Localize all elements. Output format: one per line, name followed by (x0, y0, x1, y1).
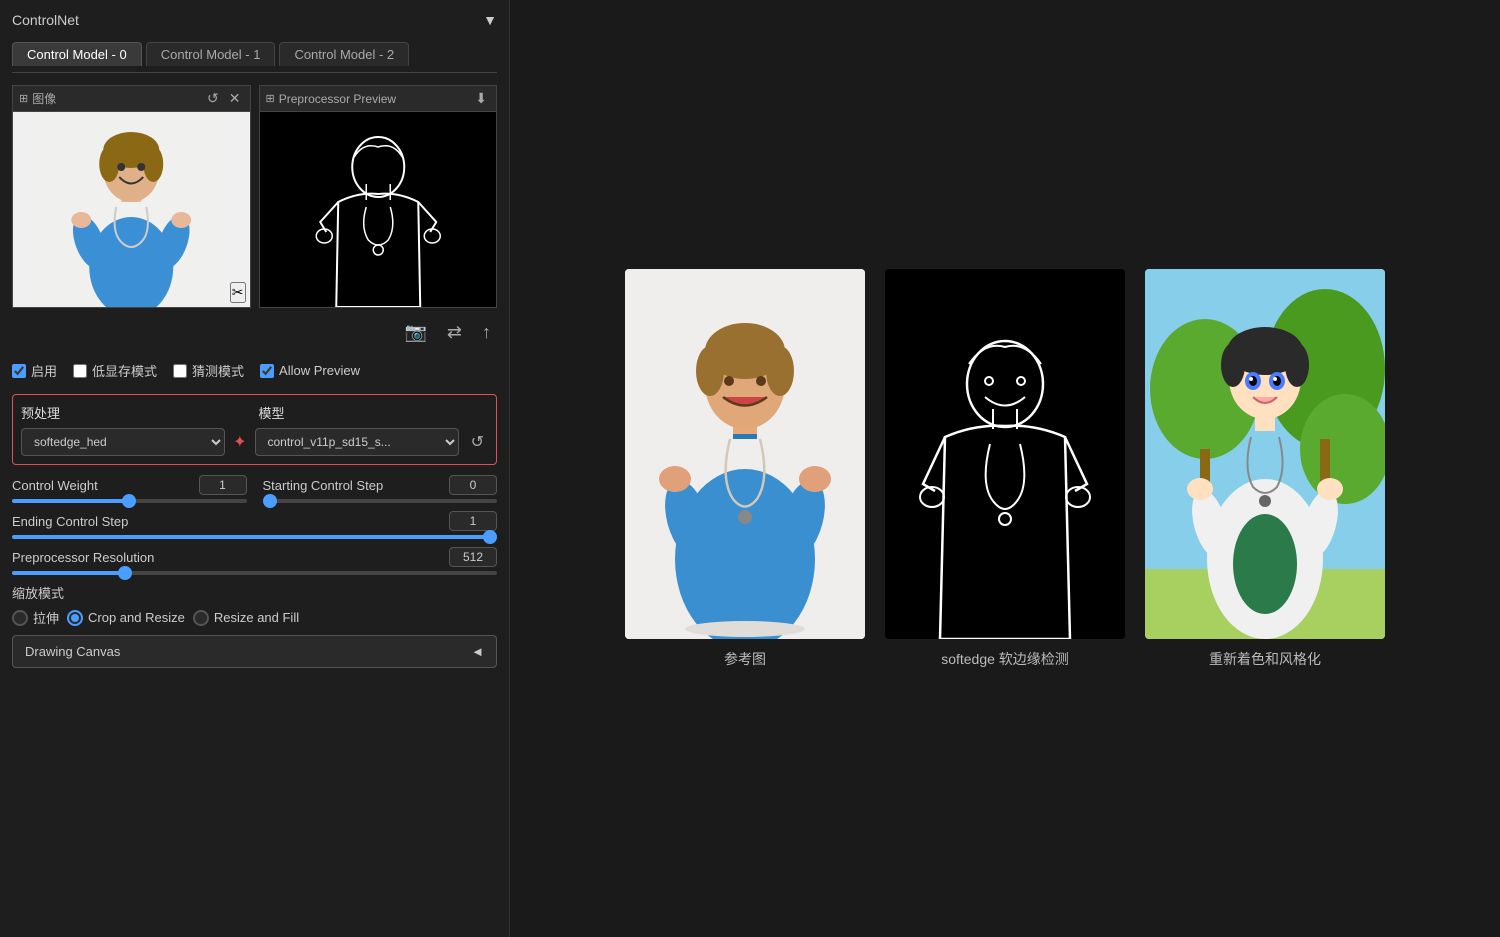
preprocessor-resolution-row: Preprocessor Resolution 512 (12, 547, 497, 575)
scale-section: 缩放模式 拉伸 Crop and Resize Resize and Fill (12, 583, 497, 627)
slider-section: Control Weight 1 Starting Control Step 0… (12, 475, 497, 575)
preprocessor-resolution-slider[interactable] (12, 571, 497, 575)
scale-stretch[interactable]: 拉伸 (12, 608, 59, 627)
scale-resize-fill-radio[interactable] (193, 610, 209, 626)
scale-resize-fill[interactable]: Resize and Fill (193, 608, 299, 627)
camera-btn[interactable]: 📷 (398, 320, 432, 345)
right-panel: 参考图 (510, 0, 1500, 937)
control-weight-label: Control Weight (12, 478, 98, 493)
low-vram-label: 低显存模式 (92, 361, 157, 380)
result-label-1: softedge 软边缘检测 (941, 649, 1069, 669)
source-image-label: 图像 (32, 90, 56, 107)
result-item-1: softedge 软边缘检测 (885, 269, 1125, 669)
nurse-photo (13, 112, 250, 307)
results-grid: 参考图 (625, 269, 1385, 669)
guess-mode-input[interactable] (173, 364, 187, 378)
model-row-controls: softedge_hed ✦ control_v11p_sd15_s... ↺ (21, 428, 488, 456)
preview-download-btn[interactable]: ⬇ (472, 89, 490, 108)
result-item-0: 参考图 (625, 269, 865, 669)
control-weight-value: 1 (199, 475, 247, 495)
source-edit-btn[interactable]: ✂ (230, 282, 246, 303)
starting-step-value: 0 (449, 475, 497, 495)
preview-image-header: ⊞ Preprocessor Preview ⬇ (260, 86, 497, 112)
preprocessor-resolution-label: Preprocessor Resolution (12, 550, 154, 565)
scale-crop-resize-radio[interactable] (67, 610, 83, 626)
sketch-preview (260, 112, 497, 307)
scale-options: 拉伸 Crop and Resize Resize and Fill (12, 608, 497, 627)
control-weight-row: Control Weight 1 (12, 475, 247, 503)
left-panel: ControlNet ▼ Control Model - 0 Control M… (0, 0, 510, 937)
allow-preview-label: Allow Preview (279, 363, 360, 378)
ending-step-slider[interactable] (12, 535, 497, 539)
scale-stretch-label: 拉伸 (33, 608, 59, 627)
source-refresh-btn[interactable]: ↺ (204, 89, 222, 108)
scale-mode-label: 缩放模式 (12, 583, 497, 602)
result-label-0: 参考图 (724, 649, 766, 669)
enable-label: 启用 (31, 361, 57, 380)
starting-step-slider[interactable] (263, 499, 498, 503)
allow-preview-input[interactable] (260, 364, 274, 378)
scale-resize-fill-label: Resize and Fill (214, 610, 299, 625)
low-vram-input[interactable] (73, 364, 87, 378)
source-close-btn[interactable]: ✕ (226, 89, 244, 108)
control-weight-slider[interactable] (12, 499, 247, 503)
source-image-box: ⊞ 图像 ↺ ✕ (12, 85, 251, 308)
image-row: ⊞ 图像 ↺ ✕ (12, 85, 497, 308)
result-image-2 (1145, 269, 1385, 639)
result-image-1 (885, 269, 1125, 639)
preview-image-icon: ⊞ (266, 92, 275, 105)
enable-checkbox[interactable]: 启用 (12, 361, 57, 380)
double-slider-row: Control Weight 1 Starting Control Step 0 (12, 475, 497, 503)
tab-control-1[interactable]: Control Model - 1 (146, 42, 276, 66)
starting-step-row: Starting Control Step 0 (263, 475, 498, 503)
panel-header: ControlNet ▼ (12, 12, 497, 34)
scale-stretch-radio[interactable] (12, 610, 28, 626)
ending-step-label: Ending Control Step (12, 514, 128, 529)
preprocessor-select[interactable]: softedge_hed (21, 428, 225, 456)
swap-btn[interactable]: ⇄ (441, 320, 468, 345)
model-section: 预处理 模型 softedge_hed ✦ control_v11p_sd15_… (12, 394, 497, 465)
preview-image-label: Preprocessor Preview (279, 92, 396, 106)
model-refresh-btn[interactable]: ↺ (467, 430, 488, 454)
action-row: 📷 ⇄ ↑ (12, 316, 497, 349)
tab-bar: Control Model - 0 Control Model - 1 Cont… (12, 42, 497, 73)
starting-step-label: Starting Control Step (263, 478, 384, 493)
preprocessor-label: 预处理 (21, 403, 251, 422)
drawing-canvas-icon: ◄ (471, 644, 484, 659)
scale-crop-resize-label: Crop and Resize (88, 610, 185, 625)
ending-step-row: Ending Control Step 1 (12, 511, 497, 539)
guess-mode-checkbox[interactable]: 猜测模式 (173, 361, 244, 380)
upload-btn[interactable]: ↑ (476, 320, 497, 345)
scale-crop-resize[interactable]: Crop and Resize (67, 608, 185, 627)
guess-mode-label: 猜测模式 (192, 361, 244, 380)
tab-control-2[interactable]: Control Model - 2 (279, 42, 409, 66)
result-label-2: 重新着色和风格化 (1209, 649, 1321, 669)
model-select[interactable]: control_v11p_sd15_s... (255, 428, 459, 456)
allow-preview-checkbox[interactable]: Allow Preview (260, 363, 360, 378)
model-row-labels: 预处理 模型 (21, 403, 488, 422)
source-image-content[interactable] (13, 112, 250, 307)
source-image-header: ⊞ 图像 ↺ ✕ (13, 86, 250, 112)
ending-step-value: 1 (449, 511, 497, 531)
drawing-canvas-row[interactable]: Drawing Canvas ◄ (12, 635, 497, 668)
collapse-icon[interactable]: ▼ (483, 12, 497, 28)
enable-input[interactable] (12, 364, 26, 378)
star-icon: ✦ (233, 432, 246, 452)
low-vram-checkbox[interactable]: 低显存模式 (73, 361, 157, 380)
checkbox-row: 启用 低显存模式 猜测模式 Allow Preview (12, 357, 497, 384)
source-image-icon: ⊞ (19, 92, 28, 105)
preview-image-content[interactable] (260, 112, 497, 307)
drawing-canvas-label: Drawing Canvas (25, 644, 120, 659)
panel-title: ControlNet (12, 12, 79, 28)
preview-image-box: ⊞ Preprocessor Preview ⬇ (259, 85, 498, 308)
result-item-2: 重新着色和风格化 (1145, 269, 1385, 669)
preprocessor-resolution-value: 512 (449, 547, 497, 567)
model-label: 模型 (259, 403, 489, 422)
result-image-0 (625, 269, 865, 639)
tab-control-0[interactable]: Control Model - 0 (12, 42, 142, 66)
